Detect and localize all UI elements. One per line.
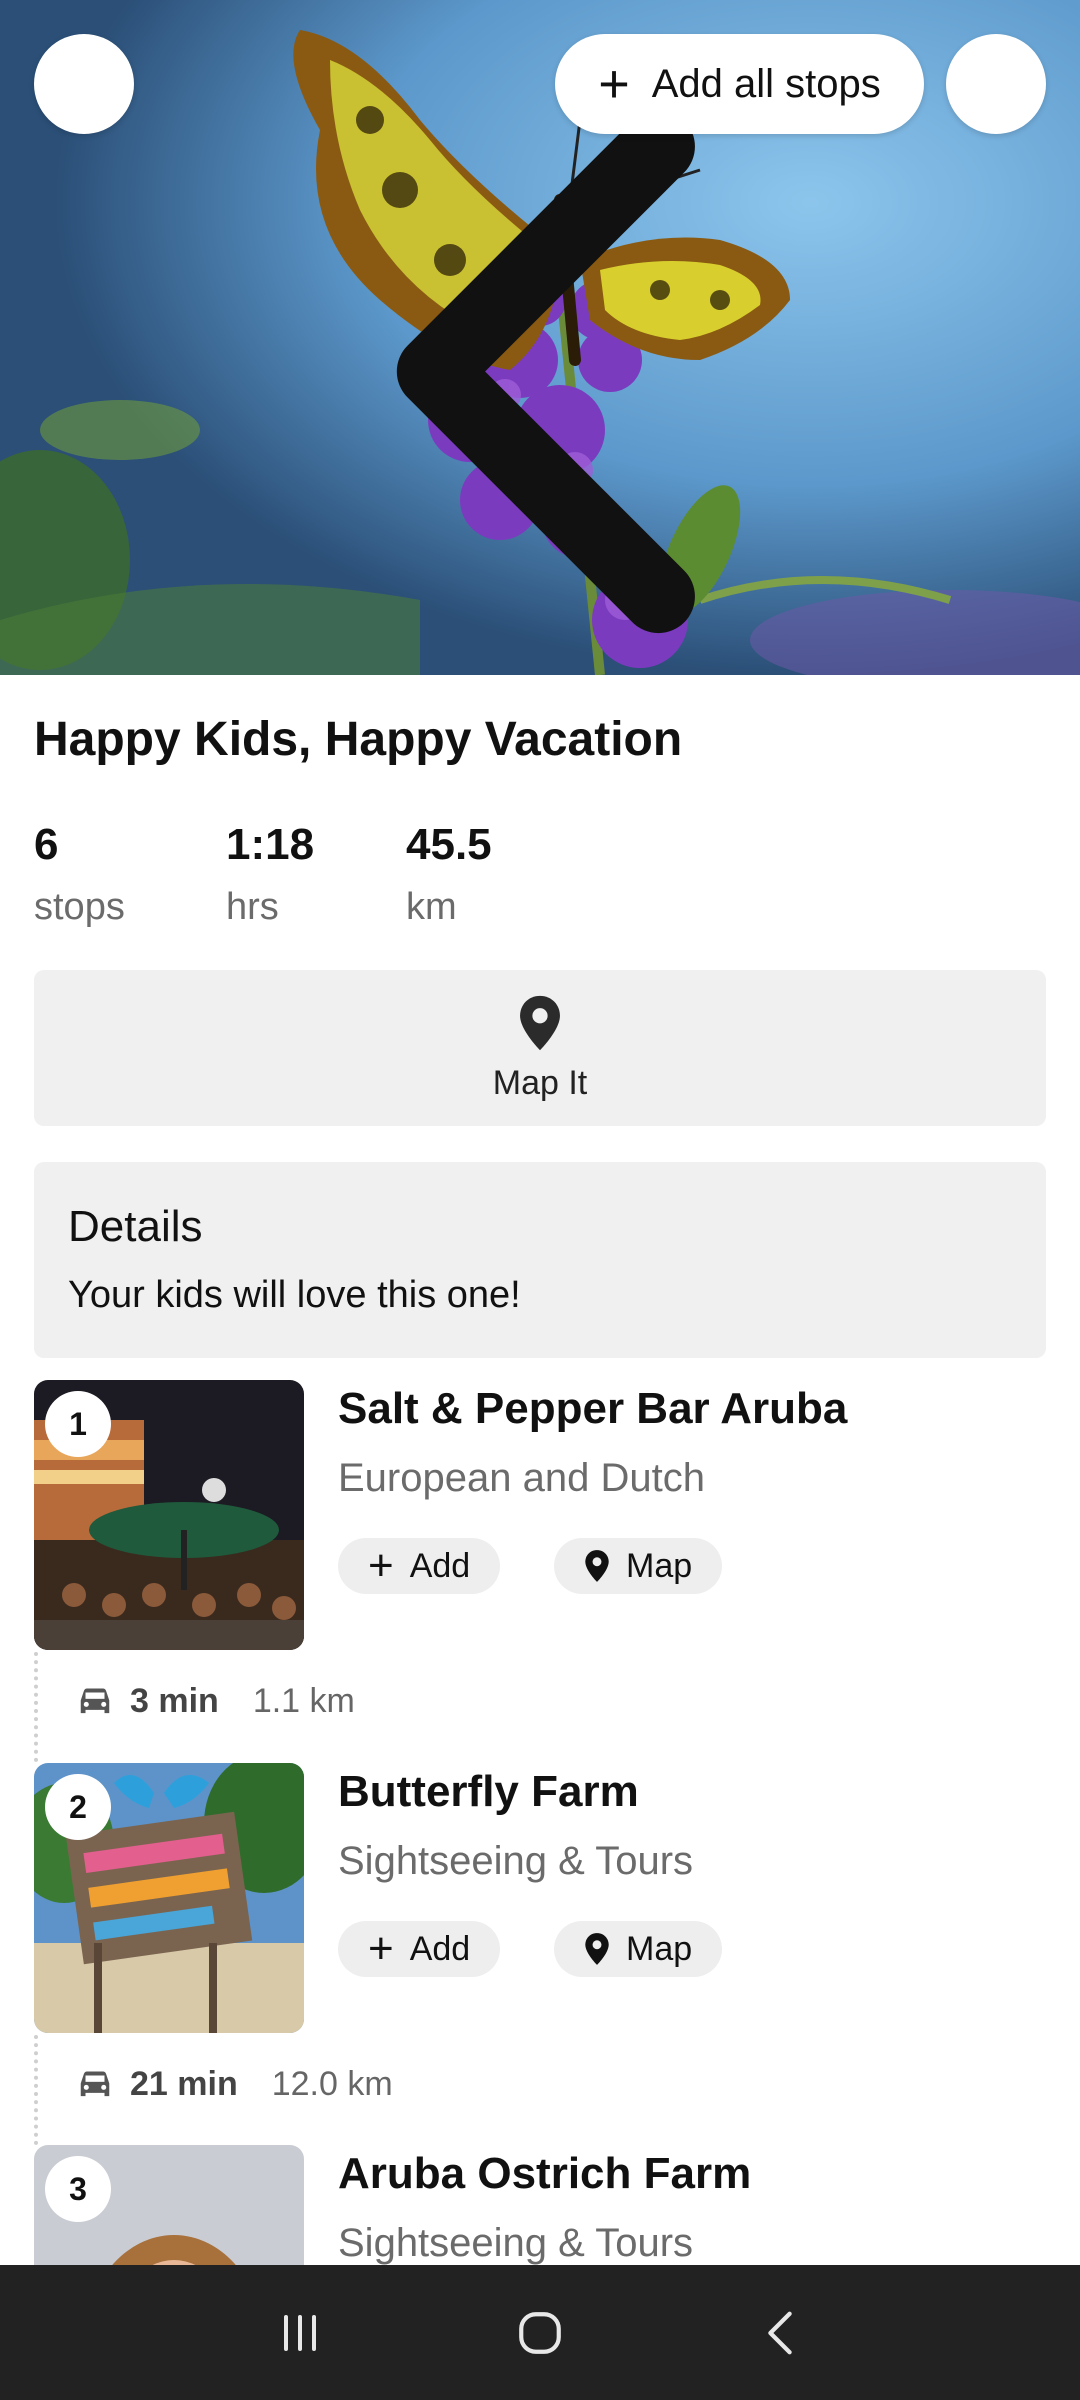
stat-distance: 45.5 km (406, 820, 492, 929)
details-text: Your kids will love this one! (68, 1274, 521, 1316)
stop-item[interactable]: 1 Salt & Pepper Bar Aruba European and D… (34, 1380, 1046, 1650)
car-icon (80, 1688, 110, 1713)
travel-time: 21 min (130, 2065, 238, 2103)
stop-name[interactable]: Aruba Ostrich Farm (338, 2149, 751, 2199)
stop-category: Sightseeing & Tours (338, 2221, 694, 2265)
add-stop-button[interactable]: + Add (338, 1538, 501, 1594)
stop-category: Sightseeing & Tours (338, 1839, 694, 1883)
tour-title: Happy Kids, Happy Vacation (34, 713, 683, 766)
plus-icon: + (368, 1541, 394, 1590)
home-button[interactable] (500, 2293, 580, 2373)
stop-name[interactable]: Salt & Pepper Bar Aruba (338, 1384, 847, 1434)
details-title: Details (68, 1202, 203, 1251)
recent-apps-icon (284, 2314, 316, 2351)
travel-distance: 12.0 km (271, 2065, 393, 2103)
hero-image: + Add all stops (0, 0, 1080, 675)
map-it-label: Map It (492, 1063, 588, 1102)
stat-unit: hrs (226, 886, 279, 928)
stop-category: European and Dutch (338, 1456, 705, 1500)
stop-item[interactable]: 2 Butterfly Farm Sightseeing & Tours + A… (34, 1763, 1046, 2033)
route-connector (34, 2035, 38, 2145)
system-back-button[interactable] (740, 2293, 820, 2373)
map-stop-button[interactable]: Map (554, 1921, 723, 1977)
stat-unit: km (406, 886, 457, 928)
map-it-button[interactable]: Map It (34, 970, 1046, 1126)
details-card: Details Your kids will love this one! (34, 1162, 1046, 1358)
chevron-left-icon (396, 109, 695, 634)
map-pin-icon (520, 995, 560, 1050)
add-label: Add (409, 1929, 471, 1968)
stat-value: 45.5 (406, 820, 492, 869)
stat-stops: 6 stops (34, 820, 125, 929)
map-pin-icon (585, 1933, 609, 1965)
add-all-stops-label: Add all stops (651, 61, 881, 106)
home-icon (519, 2311, 561, 2354)
travel-leg: 3 min 1.1 km (76, 1682, 355, 1721)
stat-duration: 1:18 hrs (226, 820, 314, 929)
system-navigation-bar (0, 2265, 1080, 2400)
back-arrow-icon (768, 2311, 792, 2354)
map-label: Map (626, 1546, 693, 1585)
back-button[interactable] (34, 34, 695, 634)
travel-time: 3 min (130, 1682, 219, 1720)
car-icon (80, 2071, 110, 2096)
stat-value: 6 (34, 820, 59, 869)
stop-number-badge: 3 (45, 2156, 111, 2222)
stop-number-badge: 2 (45, 1774, 111, 1840)
travel-distance: 1.1 km (252, 1682, 355, 1720)
recent-apps-button[interactable] (260, 2293, 340, 2373)
map-label: Map (626, 1929, 693, 1968)
stop-thumbnail[interactable]: 2 (34, 1763, 304, 2033)
plus-icon: + (368, 1924, 394, 1973)
stat-unit: stops (34, 886, 125, 928)
add-label: Add (409, 1546, 471, 1585)
route-connector (34, 1652, 38, 1762)
stop-number-badge: 1 (45, 1391, 111, 1457)
stop-name[interactable]: Butterfly Farm (338, 1767, 639, 1817)
share-button[interactable] (946, 34, 1046, 134)
stop-thumbnail[interactable]: 1 (34, 1380, 304, 1650)
map-stop-button[interactable]: Map (554, 1538, 723, 1594)
plus-icon: + (598, 54, 630, 114)
add-stop-button[interactable]: + Add (338, 1921, 501, 1977)
travel-leg: 21 min 12.0 km (76, 2065, 393, 2104)
map-pin-icon (585, 1550, 609, 1582)
add-all-stops-button[interactable]: + Add all stops (555, 34, 924, 134)
share-icon (946, 34, 1080, 675)
stat-value: 1:18 (226, 820, 315, 869)
